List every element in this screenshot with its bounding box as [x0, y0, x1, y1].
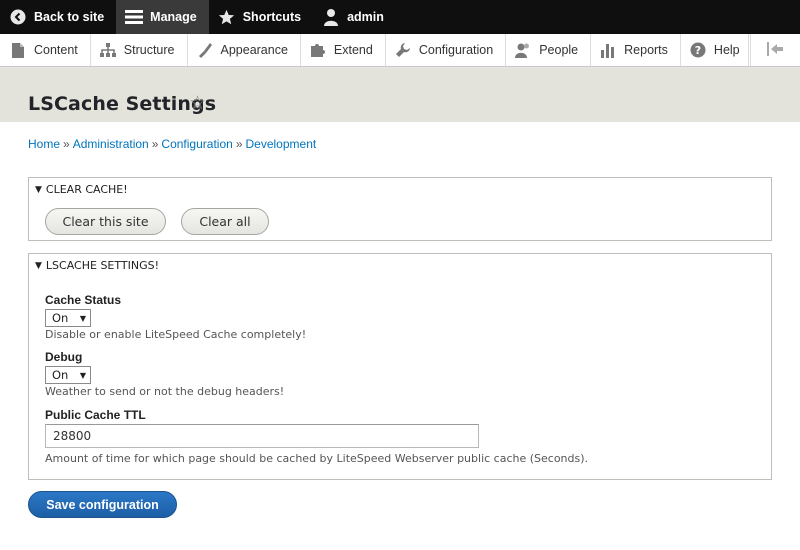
tray-item-structure[interactable]: Structure — [91, 34, 188, 66]
debug-select[interactable]: On ▼ — [45, 366, 91, 384]
public-cache-ttl-description: Amount of time for which page should be … — [45, 452, 589, 465]
lscache-settings-summary[interactable]: ▼ LSCACHE SETTINGS! — [35, 259, 159, 272]
public-cache-ttl-value: 28800 — [53, 429, 92, 443]
tray-item-label: Appearance — [220, 43, 288, 57]
page-header: LSCache Settings ☆ — [0, 68, 800, 122]
help-icon: ? — [690, 42, 706, 58]
shortcuts-label: Shortcuts — [242, 10, 302, 24]
svg-text:?: ? — [695, 44, 701, 57]
cache-status-select[interactable]: On ▼ — [45, 309, 91, 327]
people-icon — [515, 42, 531, 58]
debug-label: Debug — [45, 350, 83, 364]
tray-item-appearance[interactable]: Appearance — [188, 34, 301, 66]
collapse-left-icon — [766, 41, 783, 60]
tray-item-label: Reports — [624, 43, 668, 57]
public-cache-ttl-label: Public Cache TTL — [45, 408, 146, 422]
clear-cache-summary[interactable]: ▼ CLEAR CACHE! — [35, 183, 128, 196]
user-tab[interactable]: admin — [313, 0, 396, 34]
clear-this-site-button[interactable]: Clear this site — [45, 208, 166, 235]
breadcrumb: Home» Administration» Configuration» Develo… — [28, 137, 316, 151]
clear-all-button[interactable]: Clear all — [181, 208, 269, 235]
tray-item-content[interactable]: Content — [0, 34, 91, 66]
breadcrumb-development[interactable]: Development — [246, 137, 317, 151]
clear-cache-details: ▼ CLEAR CACHE! Clear this site Clear all — [28, 177, 772, 241]
breadcrumb-administration[interactable]: Administration — [73, 137, 149, 151]
cache-status-label: Cache Status — [45, 293, 122, 307]
breadcrumb-separator: » — [235, 137, 243, 151]
back-to-site-link[interactable]: Back to site — [0, 0, 116, 34]
page-title: LSCache Settings — [28, 93, 217, 115]
bar-chart-icon — [600, 42, 616, 58]
document-icon — [10, 42, 26, 58]
clear-cache-summary-label: CLEAR CACHE! — [45, 183, 128, 196]
puzzle-icon — [310, 42, 326, 58]
breadcrumb-separator: » — [151, 137, 159, 151]
triangle-down-icon: ▼ — [35, 260, 42, 271]
tray-item-label: Configuration — [418, 43, 494, 57]
tray-item-label: Structure — [123, 43, 175, 57]
star-icon — [218, 8, 236, 26]
tray-item-label: Help — [713, 43, 740, 57]
save-configuration-button[interactable]: Save configuration — [28, 491, 177, 518]
select-caret-icon: ▼ — [79, 371, 86, 380]
shortcuts-tab[interactable]: Shortcuts — [209, 0, 313, 34]
hamburger-icon — [125, 8, 144, 26]
select-caret-icon: ▼ — [79, 314, 86, 323]
paintbrush-icon — [197, 42, 213, 58]
back-arrow-icon — [9, 8, 27, 26]
shortcut-star-icon[interactable]: ☆ — [189, 93, 206, 113]
tray-item-people[interactable]: People — [506, 34, 592, 66]
admin-tray: Content Structure Appearance Extend Conf… — [0, 34, 800, 67]
public-cache-ttl-input[interactable]: 28800 — [45, 424, 479, 448]
user-icon — [322, 8, 340, 26]
wrench-icon — [395, 42, 411, 58]
tray-item-help[interactable]: ? Help — [681, 34, 751, 66]
tray-item-label: Extend — [333, 43, 373, 57]
cache-status-value: On — [52, 311, 69, 325]
user-label: admin — [347, 10, 384, 24]
lscache-settings-details: ▼ LSCACHE SETTINGS! Cache Status On ▼ Di… — [28, 253, 772, 480]
tray-item-label: Content — [34, 43, 78, 57]
tray-item-label: People — [539, 43, 579, 57]
admin-toolbar: Back to site Manage Shortcuts admin — [0, 0, 800, 34]
tray-item-configuration[interactable]: Configuration — [386, 34, 507, 66]
debug-description: Weather to send or not the debug headers… — [45, 385, 285, 398]
breadcrumb-separator: » — [63, 137, 70, 151]
debug-value: On — [52, 368, 69, 382]
sitemap-icon — [99, 42, 116, 58]
tray-orientation-toggle[interactable] — [748, 34, 800, 66]
triangle-down-icon: ▼ — [35, 184, 42, 195]
manage-tab[interactable]: Manage — [116, 0, 209, 34]
breadcrumb-home[interactable]: Home — [28, 137, 60, 151]
manage-label: Manage — [150, 10, 197, 24]
back-to-site-label: Back to site — [34, 10, 105, 24]
tray-item-reports[interactable]: Reports — [591, 34, 681, 66]
lscache-settings-summary-label: LSCACHE SETTINGS! — [45, 259, 160, 272]
breadcrumb-configuration[interactable]: Configuration — [161, 137, 232, 151]
tray-item-extend[interactable]: Extend — [301, 34, 386, 66]
cache-status-description: Disable or enable LiteSpeed Cache comple… — [45, 328, 307, 341]
